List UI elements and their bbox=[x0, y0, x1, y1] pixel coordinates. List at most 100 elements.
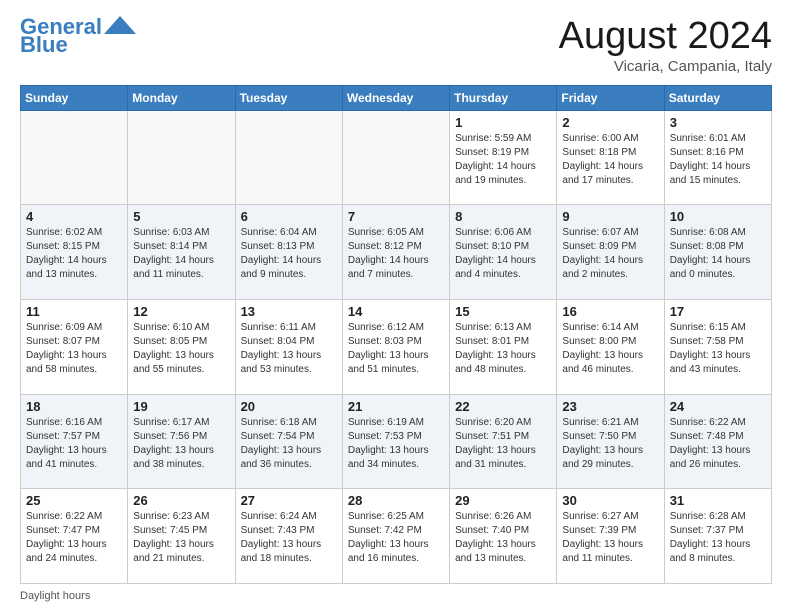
day-cell: 23 Sunrise: 6:21 AMSunset: 7:50 PMDayligh… bbox=[557, 394, 664, 489]
day-info: Sunrise: 6:20 AMSunset: 7:51 PMDaylight:… bbox=[455, 416, 551, 472]
day-number: 19 bbox=[133, 399, 229, 414]
day-info: Sunrise: 6:22 AMSunset: 7:47 PMDaylight:… bbox=[26, 510, 122, 566]
col-header-wednesday: Wednesday bbox=[342, 85, 449, 110]
day-info: Sunrise: 6:17 AMSunset: 7:56 PMDaylight:… bbox=[133, 416, 229, 472]
col-header-friday: Friday bbox=[557, 85, 664, 110]
day-number: 9 bbox=[562, 209, 658, 224]
day-cell: 2 Sunrise: 6:00 AMSunset: 8:18 PMDaylight… bbox=[557, 110, 664, 205]
day-cell: 18 Sunrise: 6:16 AMSunset: 7:57 PMDayligh… bbox=[21, 394, 128, 489]
logo: General Blue bbox=[20, 16, 136, 56]
day-number: 27 bbox=[241, 493, 337, 508]
day-number: 12 bbox=[133, 304, 229, 319]
day-cell bbox=[21, 110, 128, 205]
day-cell: 21 Sunrise: 6:19 AMSunset: 7:53 PMDayligh… bbox=[342, 394, 449, 489]
day-number: 17 bbox=[670, 304, 766, 319]
week-row-0: 1 Sunrise: 5:59 AMSunset: 8:19 PMDaylight… bbox=[21, 110, 772, 205]
day-cell: 14 Sunrise: 6:12 AMSunset: 8:03 PMDayligh… bbox=[342, 300, 449, 395]
day-info: Sunrise: 6:10 AMSunset: 8:05 PMDaylight:… bbox=[133, 321, 229, 377]
day-cell: 30 Sunrise: 6:27 AMSunset: 7:39 PMDayligh… bbox=[557, 489, 664, 584]
day-cell bbox=[342, 110, 449, 205]
day-cell: 17 Sunrise: 6:15 AMSunset: 7:58 PMDayligh… bbox=[664, 300, 771, 395]
calendar-table: SundayMondayTuesdayWednesdayThursdayFrid… bbox=[20, 85, 772, 584]
day-number: 24 bbox=[670, 399, 766, 414]
day-cell: 26 Sunrise: 6:23 AMSunset: 7:45 PMDayligh… bbox=[128, 489, 235, 584]
day-info: Sunrise: 6:28 AMSunset: 7:37 PMDaylight:… bbox=[670, 510, 766, 566]
day-number: 14 bbox=[348, 304, 444, 319]
day-info: Sunrise: 6:15 AMSunset: 7:58 PMDaylight:… bbox=[670, 321, 766, 377]
day-info: Sunrise: 6:13 AMSunset: 8:01 PMDaylight:… bbox=[455, 321, 551, 377]
day-cell: 4 Sunrise: 6:02 AMSunset: 8:15 PMDaylight… bbox=[21, 205, 128, 300]
day-number: 13 bbox=[241, 304, 337, 319]
day-number: 4 bbox=[26, 209, 122, 224]
day-cell: 3Sunrise: 6:01 AMSunset: 8:16 PMDaylight… bbox=[664, 110, 771, 205]
day-info: Sunrise: 6:19 AMSunset: 7:53 PMDaylight:… bbox=[348, 416, 444, 472]
day-number: 7 bbox=[348, 209, 444, 224]
day-cell: 10 Sunrise: 6:08 AMSunset: 8:08 PMDayligh… bbox=[664, 205, 771, 300]
day-cell: 31Sunrise: 6:28 AMSunset: 7:37 PMDayligh… bbox=[664, 489, 771, 584]
day-info: Sunrise: 6:22 AMSunset: 7:48 PMDaylight:… bbox=[670, 416, 766, 472]
day-cell: 1 Sunrise: 5:59 AMSunset: 8:19 PMDaylight… bbox=[450, 110, 557, 205]
day-info: Sunrise: 6:01 AMSunset: 8:16 PMDaylight:… bbox=[670, 132, 766, 188]
day-cell: 12 Sunrise: 6:10 AMSunset: 8:05 PMDayligh… bbox=[128, 300, 235, 395]
day-cell bbox=[128, 110, 235, 205]
daylight-label: Daylight hours bbox=[20, 590, 90, 602]
logo-icon bbox=[104, 14, 136, 36]
day-info: Sunrise: 6:27 AMSunset: 7:39 PMDaylight:… bbox=[562, 510, 658, 566]
day-info: Sunrise: 5:59 AMSunset: 8:19 PMDaylight:… bbox=[455, 132, 551, 188]
day-number: 28 bbox=[348, 493, 444, 508]
day-number: 26 bbox=[133, 493, 229, 508]
day-info: Sunrise: 6:00 AMSunset: 8:18 PMDaylight:… bbox=[562, 132, 658, 188]
day-info: Sunrise: 6:08 AMSunset: 8:08 PMDaylight:… bbox=[670, 226, 766, 282]
day-cell: 24 Sunrise: 6:22 AMSunset: 7:48 PMDayligh… bbox=[664, 394, 771, 489]
day-number: 1 bbox=[455, 115, 551, 130]
col-header-monday: Monday bbox=[128, 85, 235, 110]
day-cell: 13Sunrise: 6:11 AMSunset: 8:04 PMDayligh… bbox=[235, 300, 342, 395]
day-info: Sunrise: 6:16 AMSunset: 7:57 PMDaylight:… bbox=[26, 416, 122, 472]
day-info: Sunrise: 6:05 AMSunset: 8:12 PMDaylight:… bbox=[348, 226, 444, 282]
day-info: Sunrise: 6:04 AMSunset: 8:13 PMDaylight:… bbox=[241, 226, 337, 282]
day-number: 8 bbox=[455, 209, 551, 224]
day-number: 30 bbox=[562, 493, 658, 508]
day-number: 11 bbox=[26, 304, 122, 319]
week-row-2: 11 Sunrise: 6:09 AMSunset: 8:07 PMDayligh… bbox=[21, 300, 772, 395]
day-number: 21 bbox=[348, 399, 444, 414]
day-info: Sunrise: 6:03 AMSunset: 8:14 PMDaylight:… bbox=[133, 226, 229, 282]
day-info: Sunrise: 6:23 AMSunset: 7:45 PMDaylight:… bbox=[133, 510, 229, 566]
day-number: 6 bbox=[241, 209, 337, 224]
day-cell: 25 Sunrise: 6:22 AMSunset: 7:47 PMDayligh… bbox=[21, 489, 128, 584]
day-number: 20 bbox=[241, 399, 337, 414]
day-number: 18 bbox=[26, 399, 122, 414]
day-info: Sunrise: 6:12 AMSunset: 8:03 PMDaylight:… bbox=[348, 321, 444, 377]
calendar-header-row: SundayMondayTuesdayWednesdayThursdayFrid… bbox=[21, 85, 772, 110]
day-info: Sunrise: 6:06 AMSunset: 8:10 PMDaylight:… bbox=[455, 226, 551, 282]
day-cell: 19 Sunrise: 6:17 AMSunset: 7:56 PMDayligh… bbox=[128, 394, 235, 489]
day-cell: 8 Sunrise: 6:06 AMSunset: 8:10 PMDaylight… bbox=[450, 205, 557, 300]
day-cell: 29 Sunrise: 6:26 AMSunset: 7:40 PMDayligh… bbox=[450, 489, 557, 584]
location: Vicaria, Campania, Italy bbox=[559, 58, 772, 75]
day-info: Sunrise: 6:09 AMSunset: 8:07 PMDaylight:… bbox=[26, 321, 122, 377]
day-number: 25 bbox=[26, 493, 122, 508]
day-cell: 27Sunrise: 6:24 AMSunset: 7:43 PMDayligh… bbox=[235, 489, 342, 584]
week-row-1: 4 Sunrise: 6:02 AMSunset: 8:15 PMDaylight… bbox=[21, 205, 772, 300]
title-block: August 2024 Vicaria, Campania, Italy bbox=[559, 16, 772, 75]
day-number: 22 bbox=[455, 399, 551, 414]
day-cell: 6 Sunrise: 6:04 AMSunset: 8:13 PMDaylight… bbox=[235, 205, 342, 300]
day-info: Sunrise: 6:26 AMSunset: 7:40 PMDaylight:… bbox=[455, 510, 551, 566]
day-info: Sunrise: 6:25 AMSunset: 7:42 PMDaylight:… bbox=[348, 510, 444, 566]
day-number: 10 bbox=[670, 209, 766, 224]
day-cell: 9Sunrise: 6:07 AMSunset: 8:09 PMDaylight… bbox=[557, 205, 664, 300]
day-cell: 11 Sunrise: 6:09 AMSunset: 8:07 PMDayligh… bbox=[21, 300, 128, 395]
day-cell: 20Sunrise: 6:18 AMSunset: 7:54 PMDayligh… bbox=[235, 394, 342, 489]
day-cell: 15Sunrise: 6:13 AMSunset: 8:01 PMDayligh… bbox=[450, 300, 557, 395]
week-row-4: 25 Sunrise: 6:22 AMSunset: 7:47 PMDayligh… bbox=[21, 489, 772, 584]
day-cell bbox=[235, 110, 342, 205]
header: General Blue August 2024 Vicaria, Campan… bbox=[20, 16, 772, 75]
day-number: 5 bbox=[133, 209, 229, 224]
month-title: August 2024 bbox=[559, 16, 772, 58]
day-info: Sunrise: 6:02 AMSunset: 8:15 PMDaylight:… bbox=[26, 226, 122, 282]
day-cell: 5 Sunrise: 6:03 AMSunset: 8:14 PMDaylight… bbox=[128, 205, 235, 300]
day-number: 2 bbox=[562, 115, 658, 130]
day-number: 29 bbox=[455, 493, 551, 508]
day-number: 23 bbox=[562, 399, 658, 414]
day-info: Sunrise: 6:21 AMSunset: 7:50 PMDaylight:… bbox=[562, 416, 658, 472]
